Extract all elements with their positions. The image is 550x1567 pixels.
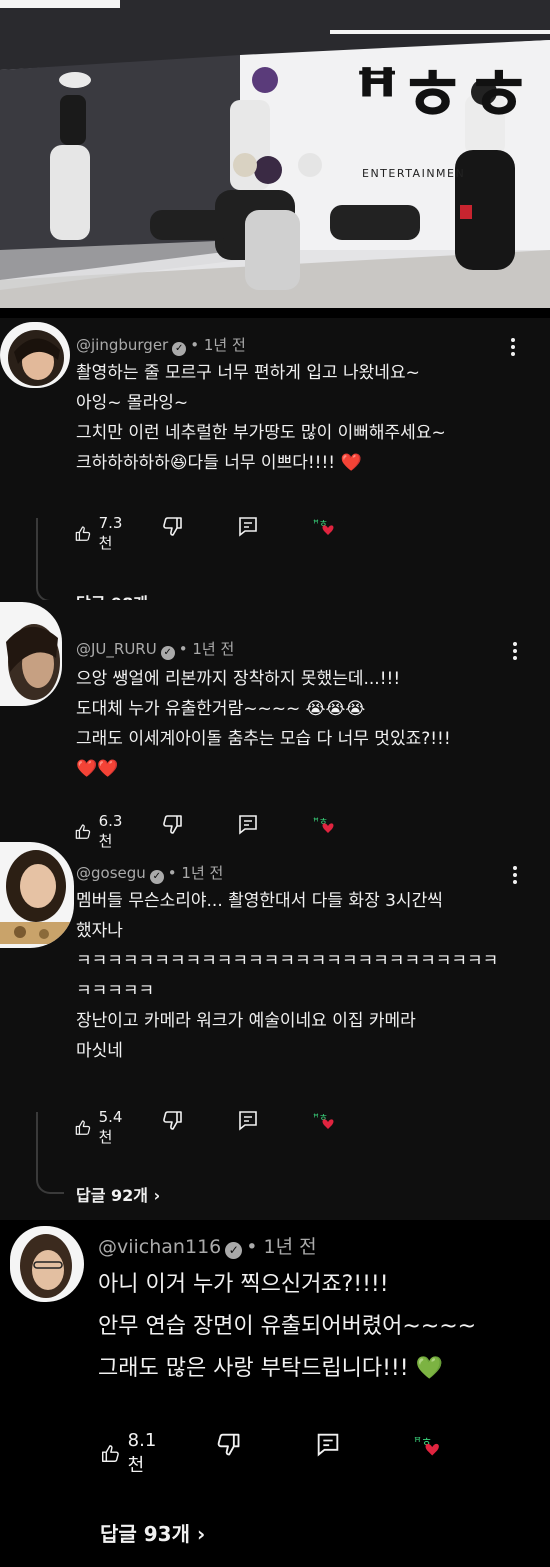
brand-subtitle: ENTERTAINMEN bbox=[362, 167, 465, 180]
comment-thread: @viichan116 ✓ • 1년 전 아니 이거 누가 찍으신거죠?!!!! 안… bbox=[0, 1220, 550, 1567]
like-button[interactable]: 8.1천 bbox=[100, 1430, 163, 1477]
comment-author[interactable]: @jingburger bbox=[76, 336, 168, 354]
replies-label: 답글 93개 bbox=[100, 1522, 190, 1546]
reply-button[interactable] bbox=[236, 812, 260, 836]
verified-check-icon: ✓ bbox=[160, 646, 175, 660]
thumb-down-icon bbox=[163, 815, 182, 834]
like-count: 5.4천 bbox=[98, 1108, 123, 1146]
creator-heart-icon: ꟸㅎ bbox=[312, 1108, 342, 1136]
thread-connector bbox=[36, 1112, 64, 1194]
more-vert-icon[interactable] bbox=[508, 338, 518, 360]
chevron-right-icon: › bbox=[196, 1522, 206, 1546]
creator-heart-icon: ꟸㅎ bbox=[312, 812, 342, 840]
avatar[interactable] bbox=[0, 842, 74, 948]
comment-author[interactable]: @viichan116 bbox=[98, 1236, 221, 1258]
dance-practice-scene: ꟸㅎㅎ ENTERTAINMEN bbox=[0, 0, 550, 308]
creator-heart-icon: ꟸㅎ bbox=[412, 1430, 450, 1464]
like-button[interactable]: 7.3천 bbox=[74, 514, 128, 553]
avatar[interactable] bbox=[0, 602, 62, 706]
replies-label: 답글 92개 bbox=[76, 1186, 148, 1205]
thumb-down-icon bbox=[217, 1433, 240, 1456]
avatar[interactable] bbox=[10, 1226, 84, 1302]
thumb-up-icon bbox=[75, 823, 91, 839]
comment-text: 멤버들 무슨소리야... 촬영한대서 다들 화장 3시간씩 했자나 ㅋㅋㅋㅋㅋㅋ… bbox=[76, 891, 499, 1061]
thumb-down-icon bbox=[163, 1111, 182, 1130]
reply-icon bbox=[317, 1433, 339, 1457]
chevron-right-icon: › bbox=[153, 1186, 161, 1205]
reply-icon bbox=[239, 815, 257, 835]
comment-text: 으앙 쌩얼에 리본까지 장착하지 못했는데...!!! 도대체 누가 유출한거람… bbox=[76, 669, 451, 779]
replies-toggle[interactable]: 답글 93개 › bbox=[100, 1518, 205, 1547]
comment-time: 1년 전 bbox=[192, 640, 235, 658]
comment-author[interactable]: @gosegu bbox=[76, 864, 146, 882]
reply-button[interactable] bbox=[236, 514, 260, 538]
video-thumbnail[interactable]: ꟸㅎㅎ ENTERTAINMEN bbox=[0, 0, 550, 308]
dislike-button[interactable] bbox=[160, 1108, 184, 1132]
more-vert-icon[interactable] bbox=[510, 642, 520, 664]
dislike-button[interactable] bbox=[160, 812, 184, 836]
thumb-down-icon bbox=[163, 517, 182, 536]
verified-check-icon: ✓ bbox=[225, 1242, 243, 1259]
reply-icon bbox=[239, 517, 257, 537]
dislike-button[interactable] bbox=[160, 514, 184, 538]
thumb-up-icon bbox=[75, 1119, 91, 1135]
brand-logo: ꟸㅎㅎ bbox=[355, 53, 532, 137]
comment-time: 1년 전 bbox=[263, 1236, 317, 1258]
verified-check-icon: ✓ bbox=[149, 870, 164, 884]
comment-text: 아니 이거 누가 찍으신거죠?!!!! 안무 연습 장면이 유출되어버렸어~~~… bbox=[98, 1272, 477, 1381]
like-count: 7.3천 bbox=[98, 514, 123, 552]
separator bbox=[0, 308, 550, 318]
creator-heart-icon: ꟸㅎ bbox=[312, 514, 342, 542]
reply-button[interactable] bbox=[314, 1430, 342, 1458]
comment-time: 1년 전 bbox=[203, 336, 246, 354]
reply-button[interactable] bbox=[236, 1108, 260, 1132]
comment-thread: @jingburger ✓ • 1년 전 촬영하는 줄 모르구 너무 편하게 입고 … bbox=[0, 318, 550, 618]
replies-toggle[interactable]: 답글 92개 › bbox=[76, 1182, 160, 1206]
more-vert-icon[interactable] bbox=[510, 866, 520, 888]
comment-thread: @gosegu ✓ • 1년 전 멤버들 무슨소리야... 촬영한대서 다들 화장 … bbox=[0, 842, 550, 1212]
comment-time: 1년 전 bbox=[181, 864, 224, 882]
comment-thread: @JU_RURU ✓ • 1년 전 으앙 쌩얼에 리본까지 장착하지 못했는데...… bbox=[0, 600, 550, 850]
like-button[interactable]: 5.4천 bbox=[74, 1108, 128, 1147]
dislike-button[interactable] bbox=[214, 1430, 242, 1458]
reply-icon bbox=[239, 1111, 257, 1131]
avatar[interactable] bbox=[0, 322, 70, 388]
thumb-up-icon bbox=[75, 525, 91, 541]
verified-check-icon: ✓ bbox=[172, 342, 187, 356]
like-count: 8.1천 bbox=[127, 1430, 157, 1476]
thread-connector bbox=[36, 518, 64, 602]
comment-text: 촬영하는 줄 모르구 너무 편하게 입고 나왔네요~ 아잉~ 몰라잉~ 그치만 … bbox=[76, 363, 446, 473]
comment-author[interactable]: @JU_RURU bbox=[76, 640, 157, 658]
thumb-up-icon bbox=[101, 1444, 119, 1462]
